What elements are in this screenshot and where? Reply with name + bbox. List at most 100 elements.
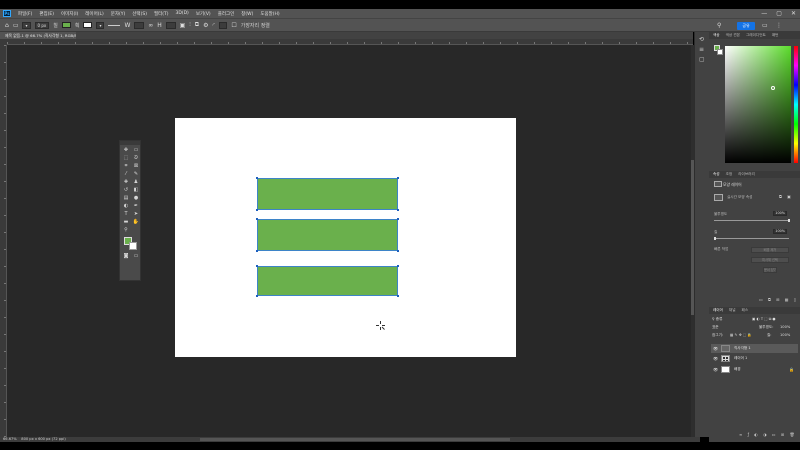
minimize-icon[interactable]: —	[761, 10, 767, 17]
select-subject-button[interactable]: 피사체 선택	[751, 257, 789, 263]
settings-icon[interactable]: ⚙	[203, 22, 208, 29]
pen-icon[interactable]: ✒	[131, 202, 141, 210]
layer-filter-select[interactable]: 종류	[716, 317, 723, 321]
workspace-icon[interactable]: ▭	[762, 22, 768, 29]
layer-row-layer1[interactable]: 👁 레이어 1	[711, 354, 798, 363]
menu-type[interactable]: 문자(Y)	[111, 11, 126, 17]
tab-gradients[interactable]: 그레이디언트	[746, 33, 766, 38]
fill-slider[interactable]	[714, 238, 789, 239]
tab-layers[interactable]: 레이어	[713, 308, 723, 313]
width-icon[interactable]: W	[124, 22, 130, 29]
layer-opacity-field[interactable]: 100%	[780, 324, 790, 330]
blur-icon[interactable]: ●	[131, 194, 141, 202]
screen-mode-icon[interactable]: ▭	[131, 252, 141, 260]
hand-icon[interactable]: ✋	[131, 218, 141, 226]
filter-search-icon[interactable]: ⚲	[712, 317, 715, 321]
tab-libraries[interactable]: 라이브러리	[738, 172, 755, 177]
visibility-eye-icon[interactable]: 👁	[713, 365, 718, 374]
visibility-eye-icon[interactable]: 👁	[713, 354, 718, 363]
transform-handle[interactable]	[397, 218, 399, 220]
document-tab[interactable]: 제목 없음-1 @ 66.7% (직사각형 1, RGB/8) *	[0, 32, 76, 39]
menu-3d[interactable]: 3D(D)	[176, 11, 189, 16]
menu-image[interactable]: 이미지(I)	[61, 11, 78, 17]
menu-view[interactable]: 보기(V)	[196, 11, 211, 17]
search-icon[interactable]: ⚲	[717, 22, 721, 29]
tab-properties[interactable]: 속성	[713, 172, 720, 177]
color-picker-cursor[interactable]	[771, 86, 775, 90]
eraser-icon[interactable]: ◧	[131, 186, 141, 194]
green-rectangle-1[interactable]	[256, 177, 399, 211]
shape-mode-select[interactable]: ▾	[22, 21, 31, 29]
transform-handle[interactable]	[256, 209, 258, 211]
menu-file[interactable]: 파일(F)	[18, 11, 32, 17]
transform-handle[interactable]	[256, 218, 258, 220]
home-icon[interactable]: ⌂	[5, 22, 9, 29]
tab-adjustments[interactable]: 조정	[726, 172, 733, 177]
panel-background-swatch[interactable]	[717, 49, 723, 55]
comments-icon[interactable]: ▢	[699, 56, 705, 63]
transform-handle[interactable]	[397, 209, 399, 211]
vertical-ruler[interactable]	[0, 45, 7, 437]
opacity-slider[interactable]	[714, 220, 789, 221]
layer-fill-field[interactable]: 100%	[780, 332, 790, 338]
blend-mode-select[interactable]: 표준	[712, 325, 719, 329]
transform-handle[interactable]	[397, 177, 399, 179]
mask-icon[interactable]	[714, 194, 723, 201]
transform-handle[interactable]	[256, 265, 258, 267]
color-picker-field[interactable]	[725, 46, 791, 163]
opacity-field[interactable]: 100%	[773, 211, 787, 216]
radius-field[interactable]	[218, 21, 228, 29]
transform-handle[interactable]	[256, 177, 258, 179]
share-button[interactable]: 공유	[737, 22, 755, 30]
tab-swatches[interactable]: 색상 견본	[726, 33, 740, 38]
stamp-icon[interactable]: ♟	[131, 178, 141, 186]
zoom-icon[interactable]: ⚲	[121, 226, 131, 234]
path-align-icon[interactable]: ⫶	[189, 21, 191, 29]
properties-icon[interactable]: ≡	[699, 46, 704, 53]
history-icon[interactable]: ⟲	[699, 36, 704, 43]
rectangle-icon[interactable]: ▬	[121, 218, 131, 226]
tab-patterns[interactable]: 패턴	[772, 33, 779, 38]
height-icon[interactable]: H	[157, 22, 162, 29]
marquee-icon[interactable]: ⬚	[121, 154, 131, 162]
lasso-icon[interactable]: ᘐ	[131, 154, 141, 162]
properties-footer-icons[interactable]: ▭ ⧉ ⊞ ▦ ▯	[759, 297, 798, 302]
remove-background-button[interactable]: 배경 제거	[751, 247, 789, 253]
dodge-icon[interactable]: ◐	[121, 202, 131, 210]
eyedropper-icon[interactable]: ⁄	[121, 170, 131, 178]
layers-footer-icons[interactable]: ∞ ƒ ◐ ◑ ▭ ⊞ 🗑	[739, 432, 797, 437]
menu-layer[interactable]: 레이어(L)	[85, 11, 103, 17]
close-document-button[interactable]: 문서 닫기	[763, 267, 777, 273]
more-icon[interactable]: ⋮	[776, 22, 782, 29]
properties-mini-icons[interactable]: ⧉ ▣	[779, 194, 793, 199]
frame-icon[interactable]: ⊠	[131, 162, 141, 170]
lock-icon[interactable]: 🔒	[789, 365, 794, 374]
horizontal-scrollbar[interactable]	[200, 438, 510, 441]
menu-help[interactable]: 도움말(H)	[260, 11, 279, 17]
path-ops-icon[interactable]: ▣	[180, 22, 186, 29]
green-rectangle-3[interactable]	[256, 265, 399, 297]
layer-row-background[interactable]: 👁 배경 🔒	[711, 365, 798, 374]
fill-opacity-field[interactable]: 100%	[773, 229, 787, 234]
artboard-icon[interactable]: ▭	[131, 146, 141, 154]
crop-icon[interactable]: ⌗	[121, 162, 131, 170]
fill-slider-knob[interactable]	[714, 237, 716, 240]
menu-filter[interactable]: 필터(T)	[154, 11, 169, 17]
maximize-icon[interactable]: ▢	[776, 10, 782, 17]
link-icon[interactable]: ∞	[148, 22, 153, 29]
green-rectangle-2[interactable]	[256, 218, 399, 252]
tab-paths[interactable]: 패스	[742, 308, 749, 313]
width-field[interactable]	[134, 21, 145, 29]
path-select-icon[interactable]: ➤	[131, 210, 141, 218]
transform-handle[interactable]	[256, 295, 258, 297]
height-field[interactable]	[165, 21, 176, 29]
transform-handle[interactable]	[397, 265, 399, 267]
visibility-eye-icon[interactable]: 👁	[713, 344, 718, 353]
tab-color[interactable]: 색상	[713, 33, 720, 38]
menu-plugins[interactable]: 플러그인	[218, 11, 235, 17]
transform-handle[interactable]	[397, 295, 399, 297]
menu-edit[interactable]: 편집(E)	[39, 11, 54, 17]
tab-channels[interactable]: 채널	[729, 308, 736, 313]
filter-icons[interactable]: ▣ ◐ T ⬚ ⧉ ●	[752, 316, 776, 322]
align-edges-checkbox[interactable]: ☐	[231, 22, 236, 29]
